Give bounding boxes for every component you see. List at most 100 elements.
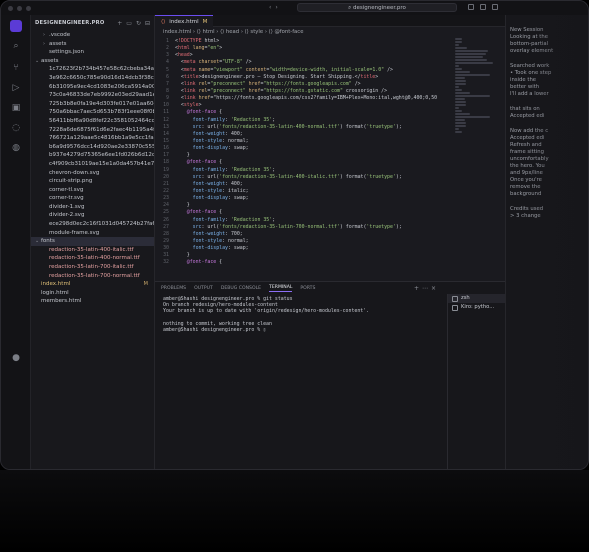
code-line[interactable]: 29 font-style: normal; [155,238,455,245]
nav-arrows[interactable]: ‹› [269,4,282,11]
code-line[interactable]: 14 font-weight: 400; [155,131,455,138]
toggle-sidebar-icon[interactable] [468,4,474,10]
tree-item[interactable]: 6b31095e9ec4cd1083e206ca5914a007c... [31,83,154,92]
code-line[interactable]: 12 font-family: 'Redaction 35'; [155,117,455,124]
code-line[interactable]: 25 @font-face { [155,209,455,216]
tab-debug-console[interactable]: DEBUG CONSOLE [221,286,261,291]
collapse-all-icon[interactable]: ⊟ [145,20,150,27]
tree-item[interactable]: redaction-35-latin-400-italic.ttf [31,246,154,255]
tab-output[interactable]: OUTPUT [194,286,213,291]
tree-item[interactable]: 73c0a46833de7eb9992e03ed29aad1eb... [31,91,154,100]
code-line[interactable]: 16 font-display: swap; [155,145,455,152]
run-debug-icon[interactable]: ▷ [11,83,21,93]
code-line[interactable]: 22 font-style: italic; [155,188,455,195]
tree-item[interactable]: ⌄ assets [31,57,154,66]
maximize-window-button[interactable] [26,5,31,11]
more-icon[interactable]: ⋯ [422,285,431,292]
code-line[interactable]: 21 font-weight: 400; [155,181,455,188]
tree-item[interactable]: divider-2.svg [31,211,154,220]
accounts-icon[interactable]: ● [11,353,21,363]
code-line[interactable]: 2 <html lang="en"> [155,45,455,52]
tree-item[interactable]: module-frame.svg [31,229,154,238]
terminal-instance[interactable]: zsh [448,294,505,303]
code-line[interactable]: 5 <meta name="viewport" content="width=d… [155,67,455,74]
code-line[interactable]: 28 font-weight: 700; [155,231,455,238]
tree-item[interactable]: redaction-35-latin-400-normal.ttf [31,254,154,263]
code-line[interactable]: 13 src: url('fonts/redaction-35-latin-40… [155,124,455,131]
code-line[interactable]: 4 <meta charset="UTF-8" /> [155,59,455,66]
tree-item[interactable]: 766721a129aae5c4816bb1a9e5cc1fa8... [31,134,154,143]
tree-item[interactable]: divider-1.svg [31,203,154,212]
tab-problems[interactable]: PROBLEMS [161,286,186,291]
code-line[interactable]: 23 font-display: swap; [155,195,455,202]
code-area[interactable]: 1 <!DOCTYPE html> 2 <html lang="en"> 3 <head>… [155,38,455,281]
tree-item[interactable]: b6a9d9576dcc14d920ae2e33870c555c... [31,143,154,152]
tree-item[interactable]: corner-tl.svg [31,186,154,195]
code-line[interactable]: 32 @font-face { [155,259,455,266]
source-control-icon[interactable]: ⑂ [11,63,21,73]
terminal-instance[interactable]: Kiro: pytho... [448,303,505,312]
toggle-panel-icon[interactable] [480,4,486,10]
new-folder-icon[interactable]: ▭ [126,20,132,27]
tree-item[interactable]: corner-tr.svg [31,194,154,203]
tree-item[interactable]: 3e962c6650c785e90d16d14dcb3f38cea... [31,74,154,83]
tab-index-html[interactable]: ⟨⟩ index.html M [155,15,214,27]
code-line[interactable]: 18 @font-face { [155,159,455,166]
tree-item-label: 73c0a46833de7eb9992e03ed29aad1eb... [49,92,154,99]
remote-icon[interactable]: ◌ [11,123,21,133]
refresh-icon[interactable]: ↻ [136,20,141,27]
close-panel-icon[interactable]: × [431,285,439,292]
tree-item[interactable]: › .vscode [31,31,154,40]
tree-item[interactable]: 725b3b8e0fa19e4d303fe017e01aa60491... [31,100,154,109]
code-line[interactable]: 7 <link rel="preconnect" href="https://f… [155,81,455,88]
code-line[interactable]: 8 <link rel="preconnect" href="https://f… [155,88,455,95]
code-line[interactable]: 24 } [155,202,455,209]
code-line[interactable]: 10 <style> [155,102,455,109]
code-line[interactable]: 11 @font-face { [155,109,455,116]
code-line[interactable]: 26 font-family: 'Redaction 35'; [155,217,455,224]
code-line[interactable]: 3 <head> [155,52,455,59]
tree-item[interactable]: redaction-35-latin-700-italic.ttf [31,263,154,272]
new-file-icon[interactable]: + [117,20,122,27]
breadcrumb[interactable]: index.html › ⟨⟩ html › ⟨⟩ head › ⟨⟩ styl… [155,27,505,37]
tree-item[interactable]: c4f909cb31019ae15e1a0da457b41e72dc... [31,160,154,169]
tree-item[interactable]: ece298d0ec2c16f1031d045724b27fa60... [31,220,154,229]
terminal-output[interactable]: amber@Shashi designengineer.pro % git st… [163,296,438,333]
kiro-icon[interactable]: ◍ [11,143,21,153]
code-line[interactable]: 31 } [155,252,455,259]
tab-ports[interactable]: PORTS [300,286,315,291]
close-window-button[interactable] [8,5,13,11]
toggle-secondary-sidebar-icon[interactable] [492,4,498,10]
minimize-window-button[interactable] [17,5,22,11]
tree-item[interactable]: members.html [31,297,154,306]
line-number: 2 [166,45,169,52]
tree-item[interactable]: 1c72623f2b734b457e58c62cbeba34ae3... [31,65,154,74]
code-line[interactable]: 9 <link href="https://fonts.googleapis.c… [155,95,455,102]
tree-item[interactable]: 7228a6de6875f61d6e2faec4b1195a4f6d... [31,126,154,135]
tree-item[interactable]: ⌄ fonts [31,237,154,246]
code-line[interactable]: 19 font-family: 'Redaction 35'; [155,167,455,174]
tree-item[interactable]: redaction-35-latin-700-normal.ttf [31,272,154,281]
command-center-search[interactable]: ⌕ designengineer.pro [297,3,457,12]
code-line[interactable]: 1 <!DOCTYPE html> [155,38,455,45]
tree-item[interactable]: 750a6bbac7aec5d653b783f1eee08f0b7... [31,108,154,117]
tree-item[interactable]: login.html [31,289,154,298]
code-line[interactable]: 15 font-style: normal; [155,138,455,145]
tree-item[interactable]: chevron-down.svg [31,169,154,178]
tree-item[interactable]: settings.json [31,48,154,57]
tree-item[interactable]: 56411bbf6a90d8fef22c3581052464cc2... [31,117,154,126]
search-icon[interactable]: ⌕ [11,41,21,51]
extensions-icon[interactable]: ▣ [11,103,21,113]
code-line[interactable]: 17 } [155,152,455,159]
code-line[interactable]: 6 <title>designengineer.pro — Stop Desig… [155,74,455,81]
tab-terminal[interactable]: TERMINAL [269,285,293,292]
code-line[interactable]: 20 src: url('fonts/redaction-35-latin-40… [155,174,455,181]
tree-item[interactable]: index.html M [31,280,154,289]
code-line[interactable]: 27 src: url('fonts/redaction-35-latin-70… [155,224,455,231]
minimap[interactable] [455,38,495,281]
code-line[interactable]: 30 font-display: swap; [155,245,455,252]
tree-item[interactable]: › assets [31,40,154,49]
new-terminal-icon[interactable]: + [414,285,422,292]
tree-item[interactable]: circuit-strip.png [31,177,154,186]
tree-item[interactable]: b937e4279d75365e6ee1fd026b6d12c... [31,151,154,160]
